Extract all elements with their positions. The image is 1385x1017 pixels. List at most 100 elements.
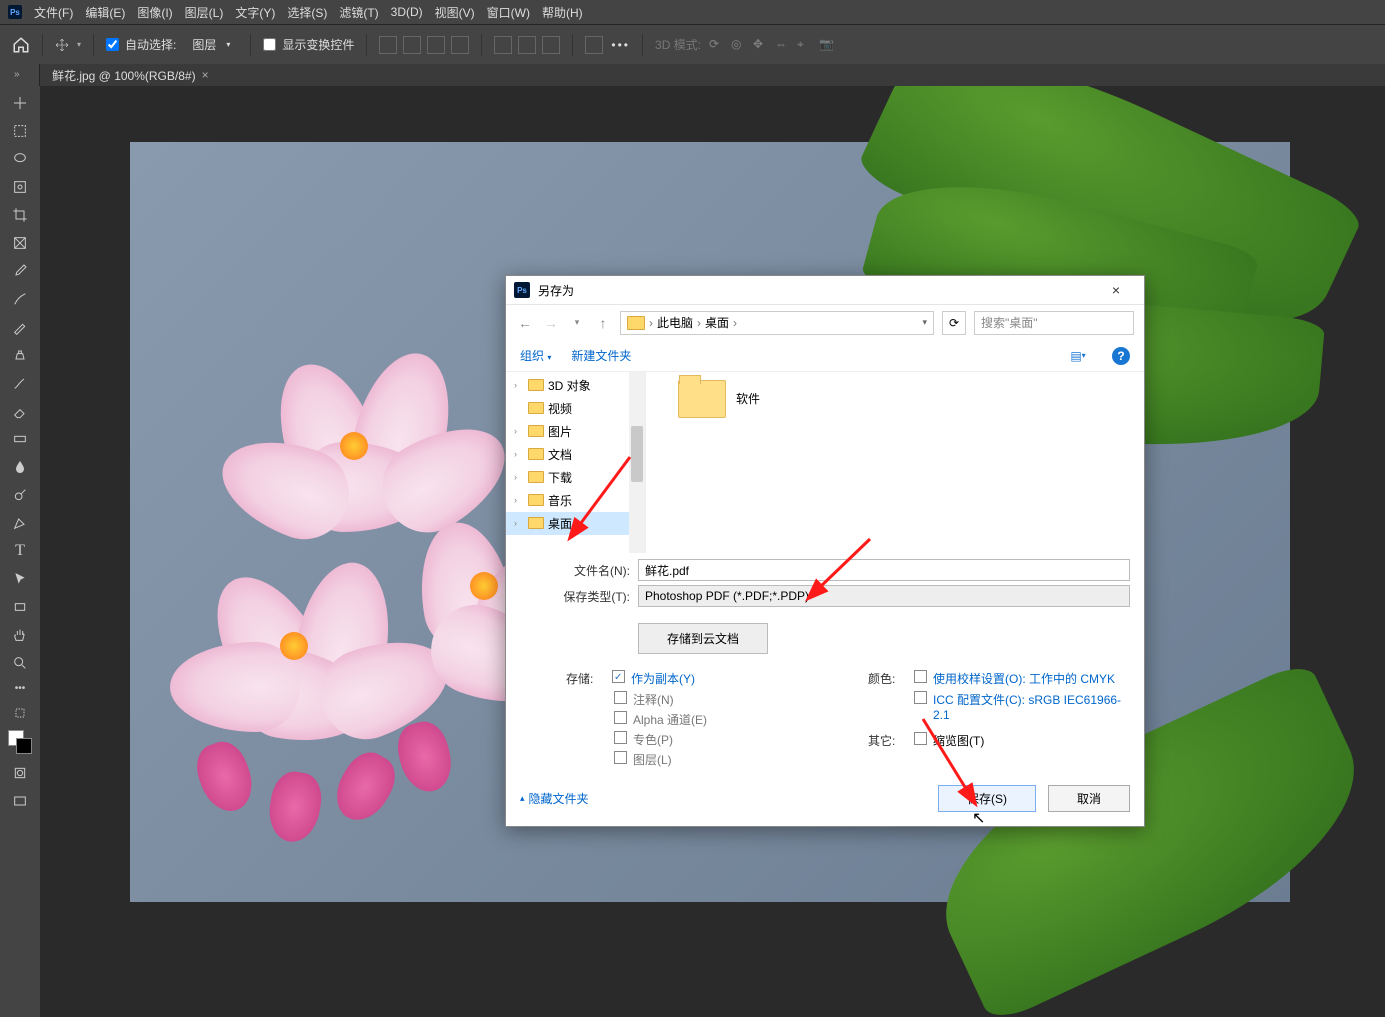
icc-checkbox[interactable]	[914, 691, 927, 704]
notes-checkbox	[614, 691, 627, 704]
nav-up-icon[interactable]: ↑	[594, 315, 612, 331]
distribute-2-icon[interactable]	[518, 36, 536, 54]
as-copy-checkbox[interactable]	[612, 670, 625, 683]
rectangle-tool[interactable]	[6, 594, 34, 620]
close-tab-icon[interactable]: ×	[202, 68, 209, 82]
layers-checkbox	[614, 751, 627, 764]
move-tool[interactable]	[6, 90, 34, 116]
nav-back-icon[interactable]: ←	[516, 315, 534, 331]
auto-select-target-dropdown[interactable]: 图层 ▾	[184, 34, 238, 55]
clone-stamp-tool[interactable]	[6, 342, 34, 368]
organize-menu[interactable]: 组织 ▾	[520, 347, 551, 364]
breadcrumb-part-0[interactable]: 此电脑	[657, 314, 693, 331]
toolbox: T •••	[0, 86, 40, 1017]
dialog-titlebar[interactable]: Ps 另存为 ×	[506, 276, 1144, 305]
menu-layer[interactable]: 图层(L)	[185, 4, 224, 21]
filetype-dropdown[interactable]: Photoshop PDF (*.PDF;*.PDP)	[638, 585, 1130, 607]
color-label: 颜色:	[868, 670, 908, 687]
file-item-software[interactable]: 软件	[654, 380, 760, 418]
marquee-tool[interactable]	[6, 118, 34, 144]
align-center-h-icon[interactable]	[403, 36, 421, 54]
filename-input[interactable]: 鲜花.pdf	[638, 559, 1130, 581]
document-tab-label: 鲜花.jpg @ 100%(RGB/8#)	[52, 67, 196, 84]
menu-window[interactable]: 窗口(W)	[487, 4, 530, 21]
menu-edit[interactable]: 编辑(E)	[85, 4, 125, 21]
quick-mask-tool[interactable]	[6, 760, 34, 786]
move-tool-caret-icon[interactable]: ▾	[77, 40, 81, 49]
color-swatches[interactable]	[6, 728, 34, 758]
menu-view[interactable]: 视图(V)	[435, 4, 475, 21]
menu-filter[interactable]: 滤镜(T)	[339, 4, 378, 21]
lasso-tool[interactable]	[6, 146, 34, 172]
menu-file[interactable]: 文件(F)	[34, 4, 73, 21]
dialog-close-button[interactable]: ×	[1096, 282, 1136, 298]
more-options-icon[interactable]: •••	[611, 38, 630, 52]
path-select-tool[interactable]	[6, 566, 34, 592]
align-right-icon[interactable]	[427, 36, 445, 54]
toolbox-more-icon[interactable]: •••	[6, 678, 34, 698]
menu-type[interactable]: 文字(Y)	[235, 4, 275, 21]
menu-select[interactable]: 选择(S)	[287, 4, 327, 21]
quick-select-tool[interactable]	[6, 174, 34, 200]
menu-image[interactable]: 图像(I)	[137, 4, 172, 21]
frame-tool[interactable]	[6, 230, 34, 256]
auto-select-checkbox[interactable]: 自动选择:	[106, 36, 176, 53]
refresh-icon[interactable]: ⟳	[942, 311, 966, 335]
edit-toolbar-icon[interactable]	[6, 700, 34, 726]
help-icon[interactable]: ?	[1112, 347, 1130, 365]
nav-recent-caret-icon[interactable]: ▾	[568, 317, 586, 328]
save-to-cloud-button[interactable]: 存储到云文档	[638, 623, 768, 654]
notes-label: 注释(N)	[633, 691, 674, 708]
three-d-camera-icon: 📷	[819, 37, 835, 53]
dodge-tool[interactable]	[6, 482, 34, 508]
as-copy-label: 作为副本(Y)	[631, 670, 695, 687]
hand-tool[interactable]	[6, 622, 34, 648]
address-dropdown-icon[interactable]: ▾	[922, 317, 927, 328]
breadcrumb-part-1[interactable]: 桌面	[705, 314, 729, 331]
brush-tool[interactable]	[6, 314, 34, 340]
hide-folders-link[interactable]: ▴ 隐藏文件夹	[520, 790, 589, 807]
new-folder-button[interactable]: 新建文件夹	[571, 347, 631, 364]
search-input[interactable]: 搜索"桌面"	[974, 311, 1134, 335]
address-bar[interactable]: › 此电脑 › 桌面 › ▾	[620, 311, 934, 335]
tree-item-3d-objects[interactable]: ›3D 对象	[506, 374, 645, 397]
panel-toggle-icon[interactable]: »	[0, 69, 20, 80]
show-transform-checkbox[interactable]: 显示变换控件	[263, 36, 354, 53]
proof-checkbox[interactable]	[914, 670, 927, 683]
distribute-3-icon[interactable]	[542, 36, 560, 54]
history-brush-tool[interactable]	[6, 370, 34, 396]
distribute-1-icon[interactable]	[494, 36, 512, 54]
annotation-arrow	[570, 452, 640, 547]
blur-tool[interactable]	[6, 454, 34, 480]
folder-icon	[627, 316, 645, 330]
cancel-button[interactable]: 取消	[1048, 785, 1130, 812]
menu-help[interactable]: 帮助(H)	[542, 4, 583, 21]
nav-forward-icon[interactable]: →	[542, 315, 560, 331]
file-list-pane[interactable]: 软件	[646, 372, 1144, 553]
crumb-sep-icon: ›	[697, 316, 701, 330]
caret-up-icon: ▴	[520, 793, 525, 804]
distribute-spacing-icon[interactable]	[585, 36, 603, 54]
document-tab-bar: » 鲜花.jpg @ 100%(RGB/8#) ×	[0, 64, 1385, 86]
save-options: 存储: 作为副本(Y) 注释(N) Alpha 通道(E) 专色(P) 图层(L…	[506, 660, 1144, 775]
align-top-icon[interactable]	[451, 36, 469, 54]
type-tool[interactable]: T	[6, 538, 34, 564]
tree-item-videos[interactable]: 视频	[506, 397, 645, 420]
view-mode-icon[interactable]: ▤ ▾	[1064, 347, 1092, 365]
home-icon[interactable]	[12, 36, 30, 54]
gradient-tool[interactable]	[6, 426, 34, 452]
three-d-pan-icon: ✥	[753, 37, 769, 53]
tree-item-pictures[interactable]: ›图片	[506, 420, 645, 443]
document-tab[interactable]: 鲜花.jpg @ 100%(RGB/8#) ×	[40, 64, 221, 86]
screen-mode-tool[interactable]	[6, 788, 34, 814]
crop-tool[interactable]	[6, 202, 34, 228]
menu-3d[interactable]: 3D(D)	[391, 5, 423, 19]
align-left-icon[interactable]	[379, 36, 397, 54]
zoom-tool[interactable]	[6, 650, 34, 676]
eyedropper-tool[interactable]	[6, 258, 34, 284]
align-icons-group	[379, 36, 469, 54]
healing-brush-tool[interactable]	[6, 286, 34, 312]
pen-tool[interactable]	[6, 510, 34, 536]
eraser-tool[interactable]	[6, 398, 34, 424]
move-tool-icon[interactable]	[55, 38, 69, 52]
